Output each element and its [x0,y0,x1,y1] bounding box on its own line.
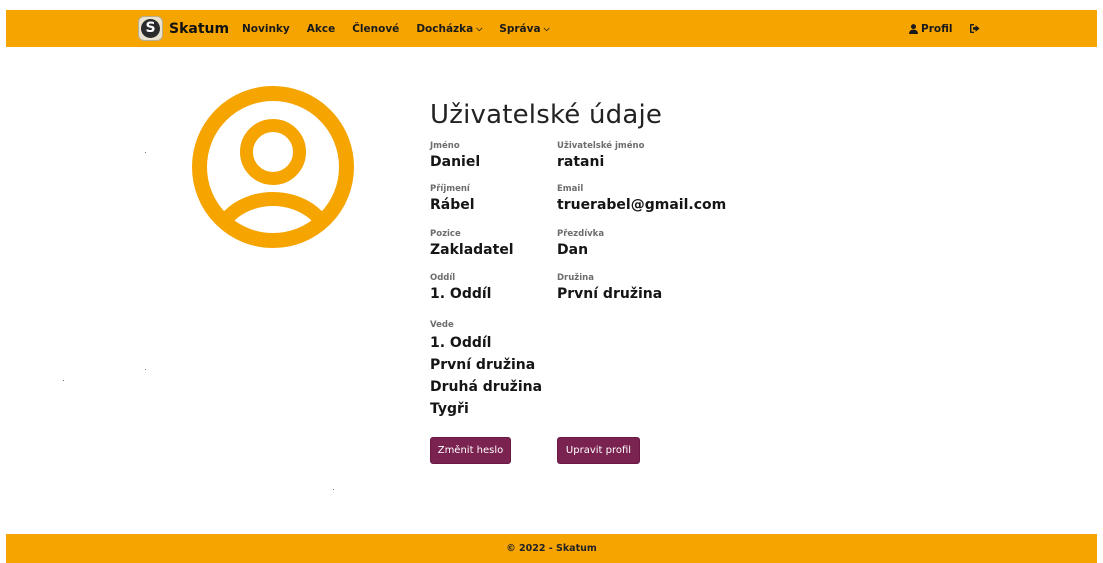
profile-link[interactable]: Profil [909,23,952,35]
nav-dropdown-sprava[interactable]: Správa ⌵ [499,23,549,35]
profile-link-label: Profil [921,22,953,35]
nav-links: Novinky Akce Členové Docházka ⌵ Správa ⌵ [242,10,567,47]
leads-item: 1. Oddíl [430,335,492,351]
leads-item: Tygři [430,401,469,417]
field-label: Email [557,184,584,194]
field-position: Pozice Zakladatel [430,229,514,258]
footer: © 2022 - Skatum [6,534,1097,563]
field-label: Vede [430,320,454,330]
user-icon [909,23,918,34]
nav-right: Profil [909,10,998,47]
leads-item: První družina [430,357,536,373]
field-leads: Vede 1. Oddíl První družina Druhá družin… [430,320,542,420]
nav-link-label: Akce [306,22,336,35]
stray-dot [333,489,334,490]
field-label: Příjmení [430,184,470,194]
field-value: truerabel@gmail.com [557,197,727,213]
top-navbar: S Skatum Novinky Akce Členové Docházka ⌵ … [6,10,1097,47]
field-email: Email truerabel@gmail.com [557,184,726,213]
nav-link-akce[interactable]: Akce [307,23,335,35]
nav-link-label: Správa [499,22,541,35]
field-value: 1. Oddíl [430,286,492,302]
nav-dropdown-dochazka[interactable]: Docházka ⌵ [416,23,482,35]
brand-logo: S [138,16,163,41]
brand-name: Skatum [169,20,230,37]
field-label: Oddíl [430,273,456,283]
leads-item: Druhá družina [430,379,543,395]
user-details: Uživatelské údaje [430,100,662,130]
nav-link-clenove[interactable]: Členové [352,23,399,35]
field-label: Přezdívka [557,229,605,239]
logout-button[interactable] [970,24,981,33]
sign-out-icon [970,24,981,33]
stray-dot [145,369,146,370]
change-password-button[interactable]: Změnit heslo [430,437,511,464]
brand-logo-letter: S [141,19,160,38]
field-label: Uživatelské jméno [557,141,645,151]
field-label: Družina [557,273,594,283]
footer-copyright: © 2022 - Skatum [506,543,597,554]
field-first-name: Jméno Daniel [430,141,480,170]
brand-link[interactable]: S Skatum [138,10,229,47]
field-value: ratani [557,154,605,170]
field-label: Jméno [430,141,460,151]
field-value: Rábel [430,197,475,213]
nav-link-label: Docházka [416,22,474,35]
field-value: První družina [557,286,663,302]
field-value: Daniel [430,154,481,170]
avatar-user-circle-icon [192,86,354,248]
chevron-down-icon: ⌵ [476,23,483,33]
field-unit: Oddíl 1. Oddíl [430,273,491,302]
stray-dot [63,380,64,381]
page-title: Uživatelské údaje [430,100,663,130]
edit-profile-button[interactable]: Upravit profil [557,437,640,464]
chevron-down-icon: ⌵ [543,23,550,33]
nav-link-label: Členové [352,22,400,35]
nav-link-novinky[interactable]: Novinky [242,23,290,35]
field-patrol: Družina První družina [557,273,662,302]
nav-link-label: Novinky [242,22,290,35]
stray-dot [145,152,146,153]
field-username: Uživatelské jméno ratani [557,141,644,170]
field-nickname: Přezdívka Dan [557,229,604,258]
field-last-name: Příjmení Rábel [430,184,475,213]
field-value: Dan [557,242,589,258]
field-label: Pozice [430,229,461,239]
field-value: Zakladatel [430,242,514,258]
